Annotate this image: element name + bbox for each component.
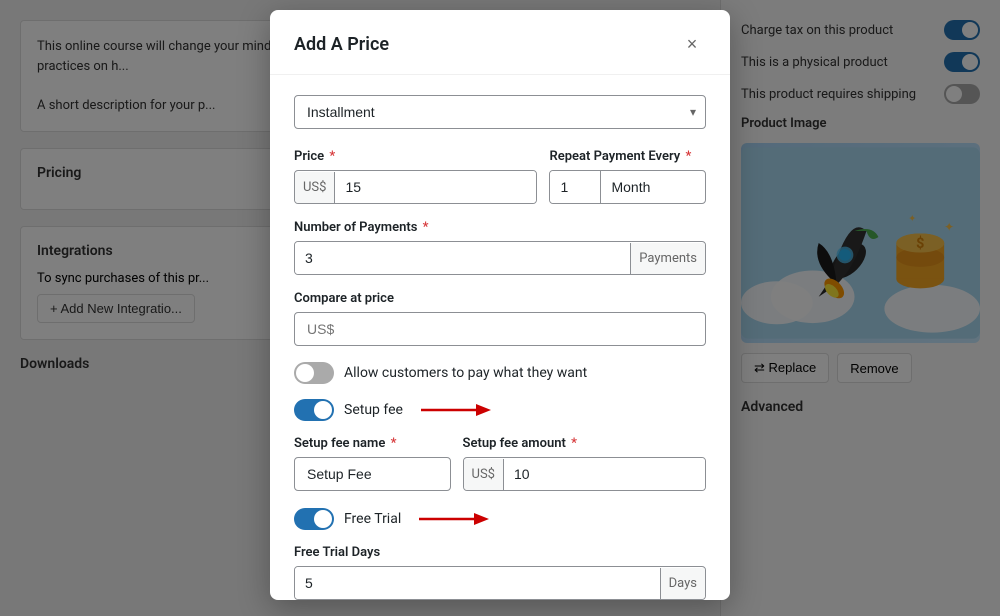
payment-type-select[interactable]: One-time Subscription Installment xyxy=(294,95,706,129)
modal-body: One-time Subscription Installment ▾ Pric… xyxy=(270,75,730,600)
num-payments-group: Number of Payments * Payments xyxy=(294,220,706,275)
setup-fee-label: Setup fee xyxy=(344,402,403,418)
repeat-input-wrapper: Day Week Month Year xyxy=(549,170,706,204)
free-trial-days-input[interactable] xyxy=(295,567,660,599)
setup-fee-name-group: Setup fee name * xyxy=(294,436,451,491)
setup-fee-currency: US$ xyxy=(464,459,504,490)
compare-price-input[interactable] xyxy=(294,312,706,346)
setup-fee-amount-wrapper: US$ xyxy=(463,457,706,491)
free-trial-label: Free Trial xyxy=(344,511,401,527)
free-trial-arrow xyxy=(409,507,489,531)
setup-fee-name-input[interactable] xyxy=(294,457,451,491)
num-payments-wrapper: Payments xyxy=(294,241,706,275)
price-required: * xyxy=(329,149,335,164)
free-trial-toggle[interactable] xyxy=(294,508,334,530)
days-suffix: Days xyxy=(660,568,705,599)
repeat-required: * xyxy=(685,149,691,164)
repeat-value-input[interactable] xyxy=(550,171,600,203)
price-input[interactable] xyxy=(335,171,536,203)
setup-fee-name-required: * xyxy=(391,436,397,451)
price-repeat-row: Price * US$ Repeat Payment Every * xyxy=(294,149,706,204)
allow-customers-row: Allow customers to pay what they want xyxy=(294,362,706,384)
compare-price-label: Compare at price xyxy=(294,291,706,306)
compare-price-group: Compare at price xyxy=(294,291,706,346)
modal-close-button[interactable]: × xyxy=(678,30,706,58)
modal-header: Add A Price × xyxy=(270,10,730,75)
setup-fee-amount-group: Setup fee amount * US$ xyxy=(463,436,706,491)
modal-overlay: Add A Price × One-time Subscription Inst… xyxy=(0,0,1000,616)
setup-fee-name-label: Setup fee name * xyxy=(294,436,451,451)
close-icon: × xyxy=(687,34,698,55)
setup-fee-amount-label: Setup fee amount * xyxy=(463,436,706,451)
setup-fee-amount-input[interactable] xyxy=(504,458,705,490)
free-trial-days-wrapper: Days xyxy=(294,566,706,600)
price-group: Price * US$ xyxy=(294,149,537,204)
setup-fee-arrow xyxy=(411,398,491,422)
setup-fee-amount-required: * xyxy=(571,436,577,451)
repeat-label: Repeat Payment Every * xyxy=(549,149,706,164)
price-label: Price * xyxy=(294,149,537,164)
num-payments-required: * xyxy=(423,220,429,235)
setup-fee-toggle[interactable] xyxy=(294,399,334,421)
allow-customers-toggle[interactable] xyxy=(294,362,334,384)
payment-type-wrapper: One-time Subscription Installment ▾ xyxy=(294,95,706,129)
allow-customers-label: Allow customers to pay what they want xyxy=(344,365,587,381)
price-currency: US$ xyxy=(295,172,335,203)
setup-fee-details-row: Setup fee name * Setup fee amount * US$ xyxy=(294,436,706,491)
num-payments-label: Number of Payments * xyxy=(294,220,706,235)
free-trial-row: Free Trial xyxy=(294,507,706,531)
setup-fee-row: Setup fee xyxy=(294,398,706,422)
repeat-unit-select[interactable]: Day Week Month Year xyxy=(600,171,678,203)
add-price-modal: Add A Price × One-time Subscription Inst… xyxy=(270,10,730,600)
free-trial-days-label: Free Trial Days xyxy=(294,545,706,560)
price-input-wrapper: US$ xyxy=(294,170,537,204)
modal-title: Add A Price xyxy=(294,34,389,55)
payments-suffix: Payments xyxy=(630,243,705,274)
num-payments-input[interactable] xyxy=(295,242,630,274)
repeat-unit-wrapper: Day Week Month Year xyxy=(600,171,678,203)
repeat-group: Repeat Payment Every * Day Week Month Ye… xyxy=(549,149,706,204)
